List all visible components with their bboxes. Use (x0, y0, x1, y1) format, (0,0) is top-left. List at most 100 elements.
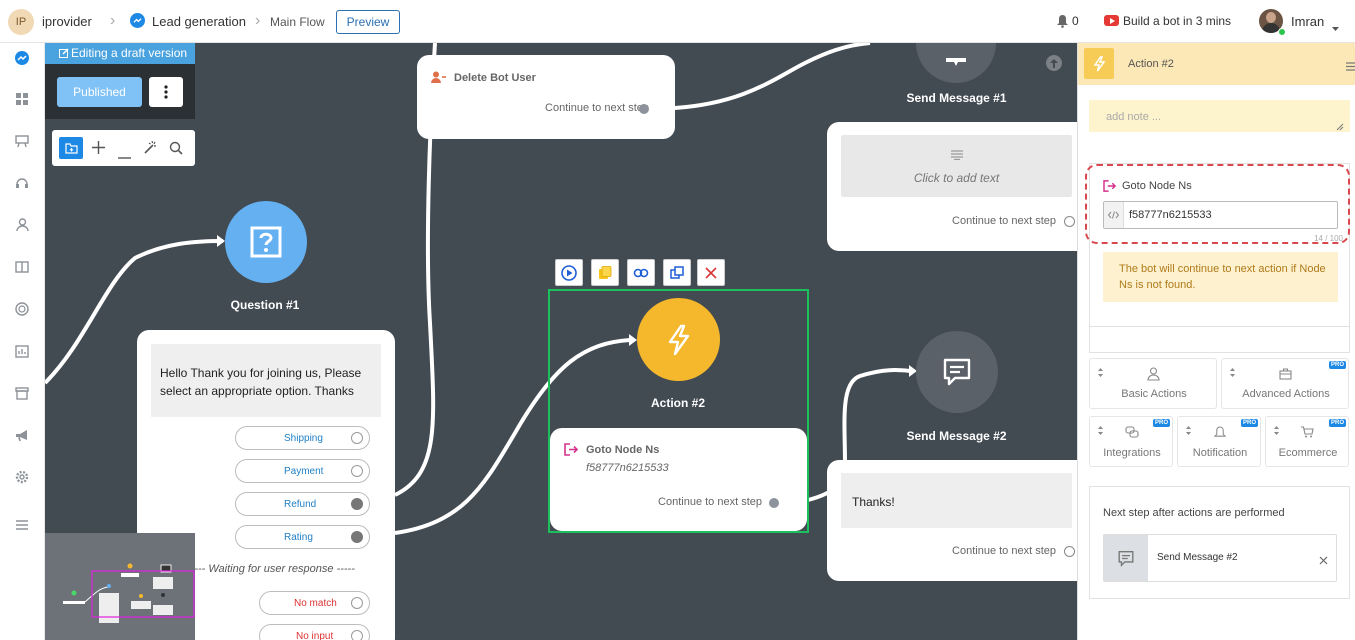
option-no-input[interactable]: No input (259, 624, 370, 640)
close-icon[interactable] (1319, 553, 1328, 568)
user-icon (1147, 367, 1160, 384)
question-text[interactable]: Hello Thank you for joining us, Please s… (151, 344, 381, 417)
bell-icon[interactable] (1056, 14, 1069, 31)
users-icon[interactable] (12, 215, 32, 235)
goto-title: Goto Node Ns (586, 444, 660, 456)
link-button[interactable] (627, 259, 655, 286)
output-port[interactable] (351, 498, 363, 510)
link-icon (633, 268, 649, 277)
tab-label: Integrations (1103, 447, 1161, 459)
option-no-match[interactable]: No match (259, 591, 370, 615)
output-port[interactable] (639, 104, 649, 114)
sort-icon (1098, 368, 1103, 380)
messenger-icon[interactable] (12, 48, 32, 68)
sort-icon (1274, 426, 1279, 438)
bell-icon (1213, 426, 1227, 442)
output-port[interactable] (769, 498, 779, 508)
question-1-title: Question #1 (230, 298, 300, 312)
published-button[interactable]: Published (57, 77, 142, 107)
delete-button[interactable] (697, 259, 725, 286)
user-name[interactable]: Imran (1291, 14, 1324, 29)
option-refund[interactable]: Refund (235, 492, 370, 516)
add-text-placeholder: Click to add text (913, 171, 1000, 185)
action-2-title: Action #2 (650, 396, 705, 410)
build-bot-link[interactable]: Build a bot in 3 mins (1123, 14, 1231, 28)
close-icon (705, 266, 717, 279)
workspace-name[interactable]: iprovider (42, 14, 92, 29)
globe-icon[interactable] (12, 299, 32, 319)
bot-name[interactable]: Lead generation (152, 14, 246, 29)
breadcrumb-chevron-icon: › (110, 12, 116, 29)
play-button[interactable] (555, 259, 583, 286)
basic-actions-tab[interactable]: Basic Actions (1089, 358, 1217, 409)
archive-icon[interactable] (12, 383, 32, 403)
next-step-selector[interactable]: Send Message #2 (1103, 534, 1337, 582)
resize-handle-icon[interactable] (1336, 119, 1344, 134)
left-sidebar (0, 43, 45, 640)
flows-icon[interactable] (12, 131, 32, 151)
output-port[interactable] (1064, 546, 1075, 557)
message-text-area[interactable]: Click to add text (841, 135, 1072, 197)
goto-icon (564, 443, 579, 459)
waiting-label: ----- Waiting for user response ----- (187, 563, 355, 575)
more-options-button[interactable] (149, 77, 183, 107)
output-port[interactable] (351, 432, 363, 444)
option-rating[interactable]: Rating (235, 525, 370, 549)
notification-count: 0 (1072, 14, 1079, 28)
question-1-circle[interactable] (225, 201, 307, 283)
minimap[interactable] (45, 533, 195, 640)
output-port[interactable] (351, 597, 363, 609)
option-shipping[interactable]: Shipping (235, 426, 370, 450)
tab-label: Ecommerce (1278, 447, 1338, 459)
menu-icon[interactable] (1346, 59, 1355, 74)
megaphone-icon[interactable] (12, 425, 32, 445)
output-port[interactable] (351, 630, 363, 640)
option-payment[interactable]: Payment (235, 459, 370, 483)
send-message-1-node[interactable]: Click to add text Continue to next step (827, 122, 1077, 251)
panel-title[interactable]: Action #2 (1128, 58, 1174, 70)
menu-icon[interactable] (12, 515, 32, 535)
message-text[interactable]: Thanks! (841, 473, 1072, 528)
send-message-2-circle[interactable] (916, 331, 998, 413)
flow-canvas[interactable]: Editing a draft version Published Delete… (45, 43, 1077, 640)
analytics-icon[interactable] (12, 341, 32, 361)
book-icon[interactable] (12, 257, 32, 277)
ecommerce-tab[interactable]: PRO Ecommerce (1265, 416, 1349, 467)
zoom-out-icon[interactable] (118, 147, 131, 162)
integrations-tab[interactable]: PRO Integrations (1089, 416, 1173, 467)
preview-button[interactable]: Preview (336, 10, 400, 34)
caret-down-icon[interactable] (1332, 19, 1339, 34)
note-input[interactable]: add note ... (1089, 100, 1350, 132)
clone-button[interactable] (663, 259, 691, 286)
text-align-icon (950, 148, 964, 163)
dashboard-icon[interactable] (12, 89, 32, 109)
send-message-2-node[interactable]: Thanks! Continue to next step (827, 460, 1077, 581)
action-2-node[interactable]: Goto Node Ns f58777n6215533 Continue to … (550, 428, 807, 531)
node-id-input[interactable]: f58777n6215533 (1103, 201, 1338, 229)
online-status-dot (1278, 28, 1286, 36)
magic-wand-icon[interactable] (143, 140, 157, 158)
zoom-in-icon[interactable] (92, 141, 105, 157)
output-port[interactable] (351, 465, 363, 477)
goto-config-box: Goto Node Ns f58777n6215533 14 / 100 The… (1085, 163, 1350, 353)
flow-name[interactable]: Main Flow (270, 15, 325, 29)
support-icon[interactable] (12, 173, 32, 193)
top-bar: IP iprovider › Lead generation › Main Fl… (0, 0, 1355, 43)
workspace-avatar[interactable]: IP (8, 9, 34, 35)
draft-label: Editing a draft version (71, 46, 188, 60)
scroll-up-icon[interactable] (1046, 55, 1062, 71)
action-2-circle[interactable] (637, 298, 720, 381)
add-folder-icon[interactable] (59, 137, 83, 159)
output-port[interactable] (351, 531, 363, 543)
settings-icon[interactable] (12, 467, 32, 487)
advanced-actions-tab[interactable]: PRO Advanced Actions (1221, 358, 1349, 409)
draft-panel: Editing a draft version Published (45, 43, 195, 119)
output-port[interactable] (1064, 216, 1075, 227)
notification-tab[interactable]: PRO Notification (1177, 416, 1261, 467)
option-label: Refund (284, 498, 317, 510)
delete-bot-user-node[interactable]: Delete Bot User Continue to next step (417, 55, 675, 139)
search-icon[interactable] (169, 141, 183, 158)
play-icon (561, 264, 577, 281)
chat-icon (1104, 535, 1148, 581)
duplicate-button[interactable] (591, 259, 619, 286)
